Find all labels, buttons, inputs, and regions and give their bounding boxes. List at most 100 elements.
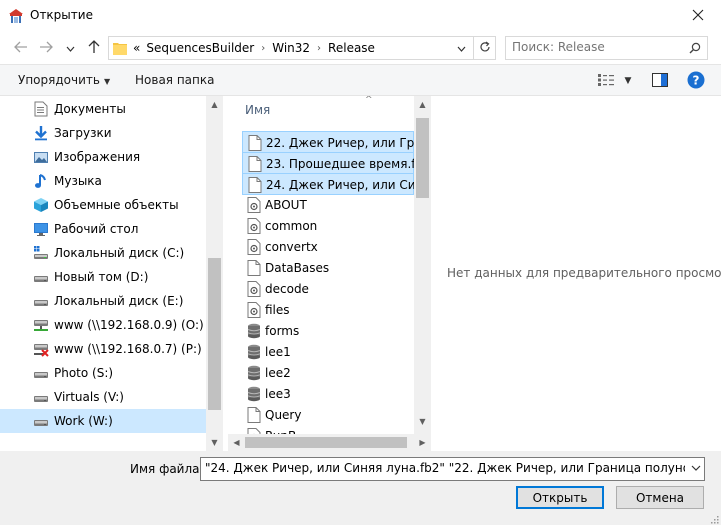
open-button[interactable]: Открыть <box>516 486 604 509</box>
nav-item-drive-o[interactable]: www (\\192.168.0.9) (O:) <box>0 313 208 337</box>
filename-label: Имя файла: <box>130 462 204 476</box>
file-item[interactable]: 22. Джек Ричер, или Граница полуночи.fb2 <box>242 131 431 153</box>
forward-button[interactable] <box>36 38 56 58</box>
file-item-label: 24. Джек Ричер, или Синяя луна.fb2 <box>266 178 431 192</box>
nav-item-pictures[interactable]: Изображения <box>0 145 208 169</box>
file-list-scrollbar[interactable]: ▲ ▼ <box>414 96 431 434</box>
nav-item-drive-p[interactable]: www (\\192.168.0.7) (P:) <box>0 337 208 361</box>
drive-icon <box>33 293 49 309</box>
back-button[interactable] <box>11 38 31 58</box>
nav-item-label: Загрузки <box>54 126 112 140</box>
nav-item-label: www (\\192.168.0.7) (P:) <box>54 342 202 356</box>
filename-input[interactable] <box>205 461 685 475</box>
file-item[interactable]: decode <box>242 278 414 300</box>
nav-scrollbar-thumb[interactable] <box>208 258 221 410</box>
organize-button[interactable]: Упорядочить ▼ <box>18 73 110 87</box>
nav-item-drive-s[interactable]: Photo (S:) <box>0 361 208 385</box>
file-item[interactable]: lee1 <box>242 341 414 363</box>
search-icon[interactable] <box>689 42 701 57</box>
address-overflow[interactable]: « <box>133 41 140 55</box>
file-item[interactable]: convertx <box>242 236 414 258</box>
downloads-icon <box>33 125 49 141</box>
nav-item-3d-objects[interactable]: Объемные объекты <box>0 193 208 217</box>
file-list-hscrollbar[interactable]: ◀ ▶ <box>228 434 431 451</box>
breadcrumb-release[interactable]: Release <box>328 41 375 55</box>
file-item[interactable]: 23. Прошедшее время.fb2 <box>242 152 431 174</box>
resize-grip-icon[interactable] <box>709 513 719 524</box>
search-input[interactable] <box>512 40 682 54</box>
file-item[interactable]: 24. Джек Ричер, или Синяя луна.fb2 <box>242 173 431 195</box>
search-box[interactable] <box>505 36 708 60</box>
nav-scrollbar[interactable]: ▲ ▼ <box>206 96 223 451</box>
breadcrumb-win32[interactable]: Win32 <box>272 41 310 55</box>
chevron-right-icon[interactable]: › <box>317 43 321 54</box>
command-bar: Упорядочить ▼ Новая папка ▼ ? <box>0 64 721 96</box>
preview-empty-message: Нет данных для предварительного просмотр… <box>447 266 721 280</box>
breadcrumb-sequencesbuilder[interactable]: SequencesBuilder <box>146 41 254 55</box>
nav-item-label: Документы <box>54 102 126 116</box>
nav-item-drive-e[interactable]: Локальный диск (E:) <box>0 289 208 313</box>
nav-item-documents[interactable]: Документы <box>0 97 208 121</box>
nav-item-drive-d[interactable]: Новый том (D:) <box>0 265 208 289</box>
file-item[interactable]: DataBases <box>242 257 414 279</box>
refresh-button[interactable] <box>473 37 495 59</box>
refresh-icon <box>479 41 491 56</box>
caret-down-icon: ▼ <box>103 77 111 86</box>
preview-pane: Нет данных для предварительного просмотр… <box>431 96 721 451</box>
chevron-right-icon[interactable]: › <box>261 43 265 54</box>
nav-item-downloads[interactable]: Загрузки <box>0 121 208 145</box>
arrow-up-icon <box>87 39 101 57</box>
gear-file-icon <box>247 302 261 318</box>
file-item-label: forms <box>265 324 300 338</box>
scroll-up-arrow[interactable]: ▲ <box>206 96 223 113</box>
chevron-down-icon[interactable] <box>691 462 701 477</box>
nav-item-drive-w[interactable]: Work (W:) <box>0 409 208 433</box>
pictures-icon <box>33 149 49 165</box>
file-item[interactable]: lee3 <box>242 383 414 405</box>
up-button[interactable] <box>84 38 104 58</box>
help-button[interactable]: ? <box>687 71 705 90</box>
file-item-label: common <box>265 219 318 233</box>
view-dropdown-button[interactable]: ▼ <box>619 72 637 90</box>
cancel-button[interactable]: Отмена <box>616 486 704 509</box>
arrow-right-icon <box>39 40 53 57</box>
file-item-label: decode <box>265 282 309 296</box>
navigation-pane[interactable]: Документы Загрузки Изображения Музыка Об… <box>0 96 223 451</box>
name-column-label: Имя <box>245 103 271 117</box>
scroll-right-arrow[interactable]: ▶ <box>414 434 431 451</box>
file-item[interactable]: ABOUT <box>242 194 414 216</box>
file-list-hscrollbar-thumb[interactable] <box>245 437 407 448</box>
nav-item-label: Work (W:) <box>54 414 113 428</box>
scroll-down-arrow[interactable]: ▼ <box>206 434 223 451</box>
address-bar[interactable]: « SequencesBuilder › Win32 › Release <box>108 36 496 60</box>
address-dropdown-button[interactable] <box>451 37 471 59</box>
scroll-left-arrow[interactable]: ◀ <box>228 434 245 451</box>
new-folder-button[interactable]: Новая папка <box>135 73 214 87</box>
name-column-header[interactable]: ^ Имя <box>228 96 414 124</box>
scroll-up-arrow[interactable]: ▲ <box>414 96 431 113</box>
nav-item-label: Изображения <box>54 150 141 164</box>
recent-locations-button[interactable] <box>60 38 80 58</box>
file-item[interactable]: lee2 <box>242 362 414 384</box>
caret-down-icon: ▼ <box>624 76 632 86</box>
nav-item-music[interactable]: Музыка <box>0 169 208 193</box>
nav-item-drive-v[interactable]: Virtuals (V:) <box>0 385 208 409</box>
file-item[interactable]: files <box>242 299 414 321</box>
nav-item-desktop[interactable]: Рабочий стол <box>0 217 208 241</box>
file-item[interactable]: Query <box>242 404 414 426</box>
filename-combobox[interactable] <box>200 457 705 481</box>
file-list-scrollbar-thumb[interactable] <box>416 118 429 198</box>
view-options-button[interactable] <box>597 72 615 90</box>
documents-icon <box>33 101 49 117</box>
scroll-down-arrow[interactable]: ▼ <box>414 413 431 430</box>
file-item[interactable]: common <box>242 215 414 237</box>
preview-pane-button[interactable] <box>651 72 669 90</box>
nav-item-label: www (\\192.168.0.9) (O:) <box>54 318 204 332</box>
close-button[interactable] <box>675 0 721 32</box>
document-icon <box>248 135 262 151</box>
nav-item-drive-c[interactable]: Локальный диск (C:) <box>0 241 208 265</box>
gear-file-icon <box>247 239 261 255</box>
file-list[interactable]: ^ Имя 22. Джек Ричер, или Граница полуно… <box>228 96 431 451</box>
file-item[interactable]: forms <box>242 320 414 342</box>
chevron-down-icon <box>66 41 75 55</box>
